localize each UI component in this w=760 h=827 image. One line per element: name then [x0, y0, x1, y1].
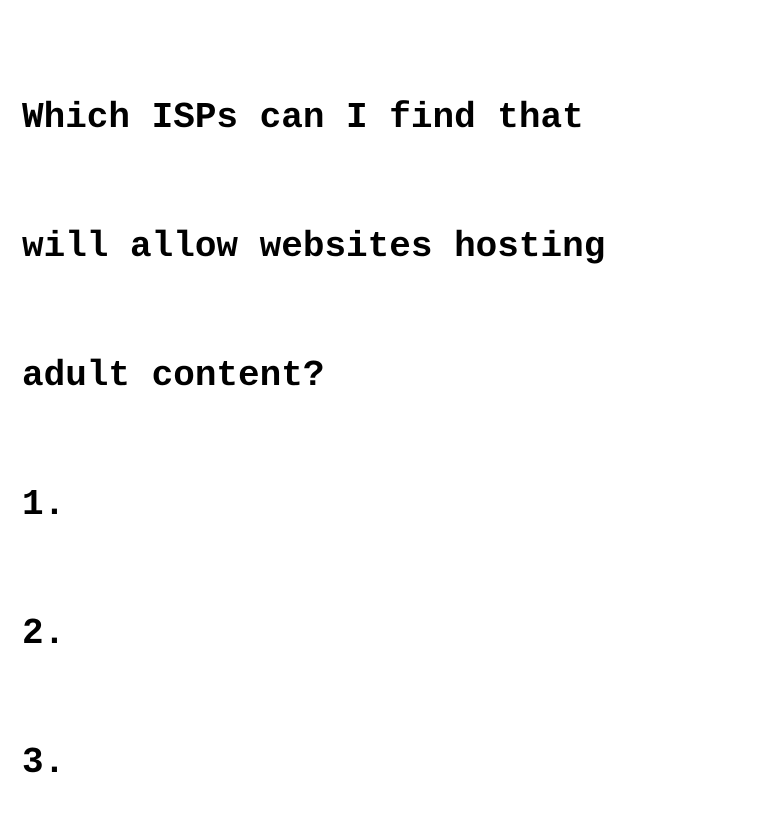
question-line-3: adult content?: [22, 355, 325, 396]
question-line-1: Which ISPs can I find that: [22, 97, 584, 138]
list-item-1-marker: 1.: [22, 484, 66, 525]
document-body: Which ISPs can I find that will allow we…: [22, 10, 742, 827]
list-item-3-marker: 3.: [22, 742, 66, 783]
list-item-2-marker: 2.: [22, 613, 66, 654]
question-line-2: will allow websites hosting: [22, 226, 606, 267]
